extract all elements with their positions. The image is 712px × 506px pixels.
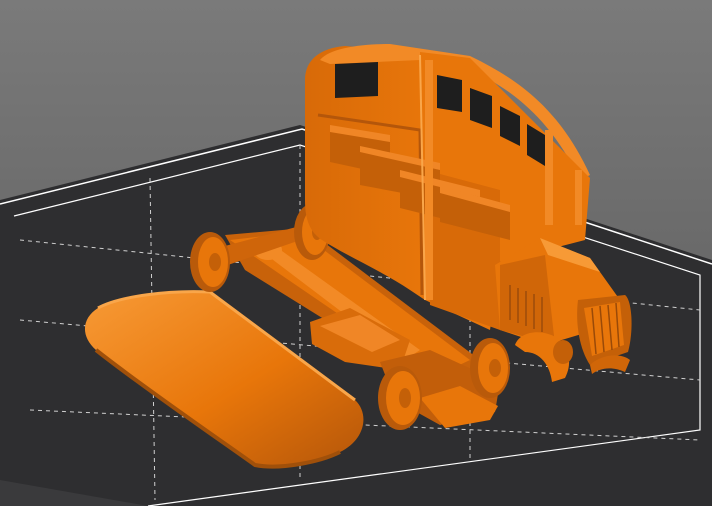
chassis-wheel-rear-left xyxy=(378,366,422,430)
3d-viewport[interactable] xyxy=(0,0,712,506)
chassis-wheel-front-left xyxy=(190,232,230,292)
chassis-wheel-rear-right xyxy=(470,338,510,398)
scene-svg[interactable] xyxy=(0,0,712,506)
